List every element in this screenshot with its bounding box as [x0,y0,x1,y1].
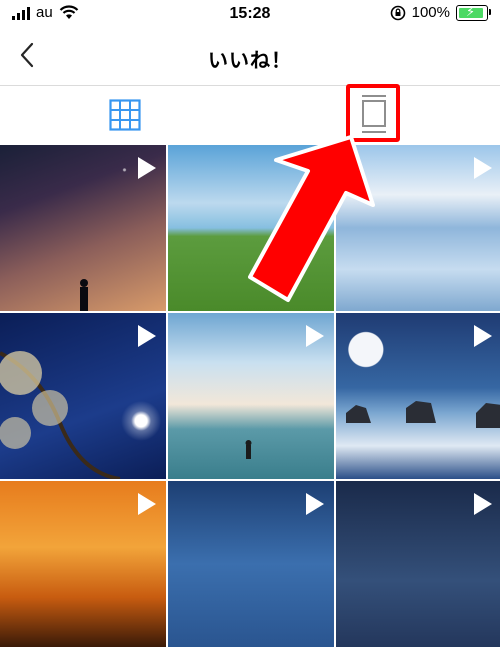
red-arrow-icon [248,135,375,302]
status-right: 100% ⚡ [390,4,491,21]
play-icon [138,157,156,179]
status-bar: au 15:28 100% ⚡ [0,0,500,30]
page-title: いいね！ [208,50,292,72]
rotation-lock-icon [390,5,405,20]
post-thumbnail[interactable] [336,481,500,647]
play-icon [306,493,324,515]
post-thumbnail[interactable] [0,481,166,647]
play-icon [306,325,324,347]
battery-percent: 100% [411,4,450,21]
post-thumbnail[interactable] [168,313,334,479]
play-icon [138,325,156,347]
play-icon [474,493,492,515]
navigation-bar: いいね！ [0,30,500,86]
post-thumbnail[interactable] [0,313,166,479]
play-icon [474,157,492,179]
post-thumbnail[interactable] [336,313,500,479]
tab-grid-view[interactable] [0,86,250,144]
post-thumbnail[interactable] [0,145,166,311]
play-icon [474,325,492,347]
battery-charging-icon: ⚡ [456,4,491,21]
play-icon [138,493,156,515]
highlight-box [346,84,400,142]
grid-icon [109,99,141,131]
post-thumbnail[interactable] [168,481,334,647]
